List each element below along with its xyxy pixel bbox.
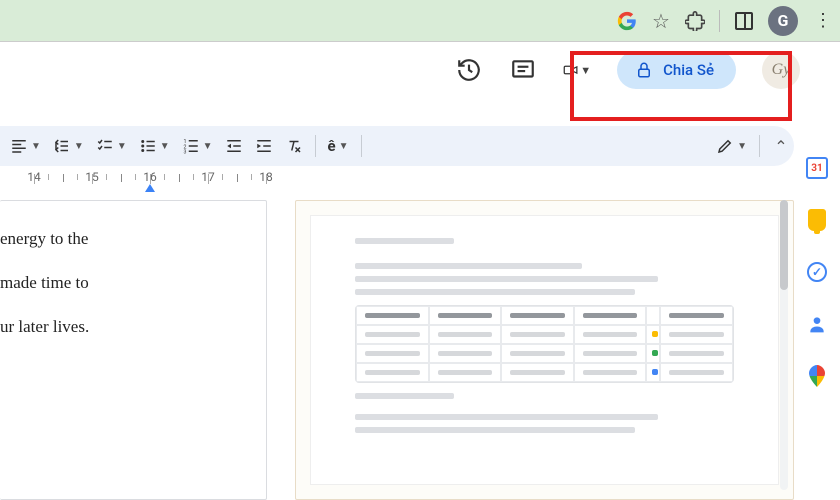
document-canvas[interactable]: energy to the made time to ur later live…: [0, 200, 794, 500]
chevron-down-icon: ▼: [203, 141, 213, 152]
page2-placeholder-content: [310, 215, 779, 485]
meet-video-button[interactable]: ▼: [563, 56, 591, 84]
ruler-indent-marker[interactable]: [145, 184, 155, 192]
horizontal-ruler[interactable]: 14 15 16 17 18: [0, 174, 790, 196]
browser-toolbar: ☆ G ⋮: [0, 0, 840, 42]
scrollbar[interactable]: [780, 200, 788, 490]
checklist-button[interactable]: ▼: [92, 133, 131, 159]
app-header: ▼ Chia Sẻ Gy: [0, 42, 840, 98]
tasks-addon-icon[interactable]: ✓: [805, 260, 829, 284]
bookmark-star-icon[interactable]: ☆: [651, 11, 671, 31]
line-spacing-button[interactable]: ▼: [49, 133, 88, 159]
contacts-addon-icon[interactable]: [805, 312, 829, 336]
chevron-down-icon: ▼: [117, 141, 127, 152]
separator: [361, 135, 362, 157]
svg-text:3: 3: [183, 150, 186, 156]
separator: [315, 135, 316, 157]
document-page-2[interactable]: [295, 200, 794, 500]
chevron-down-icon: ▼: [339, 141, 349, 152]
input-tools-button[interactable]: ê ▼: [324, 133, 353, 159]
chevron-down-icon: ▼: [580, 64, 591, 77]
numbered-list-button[interactable]: 123 ▼: [178, 133, 217, 159]
side-panel-icon[interactable]: [734, 11, 754, 31]
collapse-toolbar-button[interactable]: ⌃: [768, 133, 794, 159]
extensions-puzzle-icon[interactable]: [685, 11, 705, 31]
decrease-indent-button[interactable]: [221, 133, 247, 159]
side-panel: 31 ✓: [794, 132, 840, 500]
document-page-1[interactable]: energy to the made time to ur later live…: [0, 200, 267, 500]
scrollbar-thumb[interactable]: [780, 200, 788, 290]
placeholder-table: [355, 305, 734, 383]
input-tools-char: ê: [328, 137, 336, 155]
grammarly-extension-icon[interactable]: G: [768, 6, 798, 36]
history-icon[interactable]: [455, 56, 483, 84]
calendar-day: 31: [811, 163, 822, 174]
document-text-line: ur later lives.: [0, 305, 242, 349]
document-text-line: made time to: [0, 261, 242, 305]
comments-icon[interactable]: [509, 56, 537, 84]
separator: [719, 10, 720, 32]
browser-menu-icon[interactable]: ⋮: [812, 11, 832, 31]
editing-mode-button[interactable]: ▼: [712, 133, 751, 159]
chevron-down-icon: ▼: [74, 141, 84, 152]
google-icon[interactable]: [617, 11, 637, 31]
calendar-addon-icon[interactable]: 31: [805, 156, 829, 180]
chevron-down-icon: ▼: [31, 141, 41, 152]
formatting-toolbar: ▼ ▼ ▼ ▼ 123 ▼ ê ▼ ▼ ⌃: [0, 126, 794, 166]
share-button[interactable]: Chia Sẻ: [617, 51, 736, 89]
clear-formatting-button[interactable]: [281, 133, 307, 159]
user-avatar[interactable]: Gy: [762, 51, 800, 89]
chevron-down-icon: ▼: [737, 141, 747, 152]
bulleted-list-button[interactable]: ▼: [135, 133, 174, 159]
lock-icon: [635, 61, 653, 79]
chevron-up-icon: ⌃: [774, 137, 787, 156]
maps-addon-icon[interactable]: [805, 364, 829, 388]
increase-indent-button[interactable]: [251, 133, 277, 159]
separator: [759, 135, 760, 157]
chevron-down-icon: ▼: [160, 141, 170, 152]
document-text-line: energy to the: [0, 217, 242, 261]
keep-addon-icon[interactable]: [805, 208, 829, 232]
share-label: Chia Sẻ: [663, 61, 714, 79]
align-button[interactable]: ▼: [6, 133, 45, 159]
